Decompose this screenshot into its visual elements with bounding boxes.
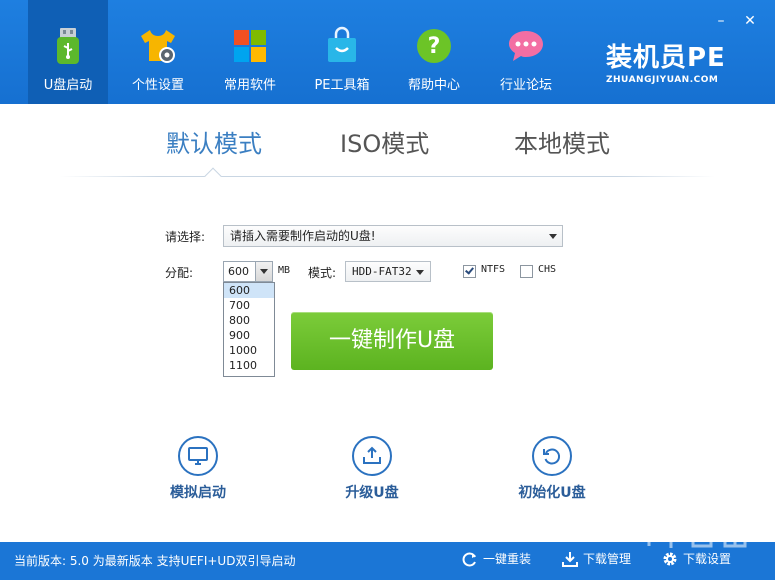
nav-item-pe-toolbox[interactable]: PE工具箱 xyxy=(302,0,382,104)
size-unit: MB xyxy=(278,265,291,276)
init-usb-button[interactable]: 初始化U盘 xyxy=(492,436,612,502)
gear-icon xyxy=(663,552,677,566)
action-icon-ring xyxy=(352,436,392,476)
chs-label: CHS xyxy=(538,264,557,275)
size-option[interactable]: 800 xyxy=(224,313,274,328)
tshirt-gear-icon xyxy=(141,30,175,63)
chat-bubble-icon xyxy=(509,31,543,61)
size-value: 600 xyxy=(228,265,249,278)
upgrade-usb-button[interactable]: 升级U盘 xyxy=(312,436,432,502)
status-bar: 当前版本: 5.0 为最新版本 支持UEFI+UD双引导启动 一键重装 下载管理… xyxy=(0,542,775,580)
nav-label: 帮助中心 xyxy=(407,78,460,93)
size-dropdown-list: 600 700 800 900 1000 1100 xyxy=(223,282,275,377)
tab-divider xyxy=(60,176,715,177)
upload-tray-icon xyxy=(363,446,381,464)
refresh-icon xyxy=(543,448,561,465)
svg-text:?: ? xyxy=(428,34,441,59)
nav-label: 常用软件 xyxy=(223,78,276,93)
usb-drive-icon xyxy=(57,28,79,64)
download-settings-label: 下载设置 xyxy=(683,552,732,566)
brand-name: 装机员PE xyxy=(606,43,726,73)
format-mode-select[interactable]: HDD-FAT32 xyxy=(345,261,431,282)
close-button[interactable]: ✕ xyxy=(741,12,759,30)
size-option[interactable]: 600 xyxy=(224,283,274,298)
version-status: 当前版本: 5.0 为最新版本 支持UEFI+UD双引导启动 xyxy=(14,554,296,568)
action-icon-ring xyxy=(178,436,218,476)
brand-domain: ZHUANGJIYUAN.COM xyxy=(606,75,719,85)
action-icon-ring xyxy=(532,436,572,476)
one-click-reinstall-button[interactable]: 一键重装 xyxy=(462,550,531,567)
brand-logo: 装机员PE ZHUANGJIYUAN.COM xyxy=(606,44,751,86)
chs-checkbox[interactable] xyxy=(520,265,533,278)
nav-label: 个性设置 xyxy=(131,78,184,93)
action-label: 模拟启动 xyxy=(170,485,226,501)
select-label: 请选择: xyxy=(165,230,206,244)
nav-item-forum[interactable]: 行业论坛 xyxy=(486,0,566,104)
reinstall-icon xyxy=(462,552,476,567)
chevron-down-icon xyxy=(260,269,268,274)
download-settings-button[interactable]: 下载设置 xyxy=(662,550,731,567)
nav-item-usb-boot[interactable]: U盘启动 xyxy=(28,0,108,104)
minimize-button[interactable]: – xyxy=(712,12,730,30)
help-question-icon: ? xyxy=(417,29,451,63)
app-header: U盘启动 个性设置 常用软件 PE工具箱 ? 帮助中心 行业论坛 装机员PE Z… xyxy=(0,0,775,104)
monitor-icon xyxy=(188,447,208,465)
size-dropdown-button[interactable] xyxy=(255,262,272,281)
size-option[interactable]: 700 xyxy=(224,298,274,313)
nav-label: U盘启动 xyxy=(43,78,93,93)
action-label: 升级U盘 xyxy=(345,485,399,501)
tab-iso-mode[interactable]: ISO模式 xyxy=(340,124,429,159)
nav-item-personalize[interactable]: 个性设置 xyxy=(118,0,198,104)
chevron-down-icon xyxy=(549,234,557,239)
alloc-label: 分配: xyxy=(165,266,194,280)
make-usb-button[interactable]: 一键制作U盘 xyxy=(291,312,493,370)
format-mode-value: HDD-FAT32 xyxy=(352,265,412,278)
mode-label: 模式: xyxy=(308,266,337,280)
nav-label: 行业论坛 xyxy=(499,78,552,93)
size-select[interactable]: 600 xyxy=(223,261,273,282)
chevron-down-icon xyxy=(416,270,424,275)
usb-device-value: 请插入需要制作启动的U盘! xyxy=(230,229,376,243)
size-option[interactable]: 1000 xyxy=(224,343,274,358)
nav-label: PE工具箱 xyxy=(314,78,370,93)
tab-default-mode[interactable]: 默认模式 xyxy=(166,124,262,159)
size-option[interactable]: 900 xyxy=(224,328,274,343)
simulate-boot-button[interactable]: 模拟启动 xyxy=(138,436,258,502)
checkmark-icon xyxy=(465,265,474,275)
download-manager-button[interactable]: 下载管理 xyxy=(562,550,631,567)
ntfs-checkbox[interactable] xyxy=(463,265,476,278)
nav-item-software[interactable]: 常用软件 xyxy=(210,0,290,104)
usb-device-select[interactable]: 请插入需要制作启动的U盘! xyxy=(223,225,563,247)
action-label: 初始化U盘 xyxy=(518,485,586,501)
toolbox-bag-icon xyxy=(328,26,356,62)
ntfs-label: NTFS xyxy=(481,264,506,275)
size-option[interactable]: 1100 xyxy=(224,358,274,373)
tab-local-mode[interactable]: 本地模式 xyxy=(514,124,610,159)
windows-tiles-icon xyxy=(234,30,266,62)
download-icon xyxy=(562,552,578,567)
download-manage-label: 下载管理 xyxy=(583,552,632,566)
tab-indicator xyxy=(204,167,222,185)
reinstall-label: 一键重装 xyxy=(483,552,532,566)
nav-item-help[interactable]: ? 帮助中心 xyxy=(394,0,474,104)
